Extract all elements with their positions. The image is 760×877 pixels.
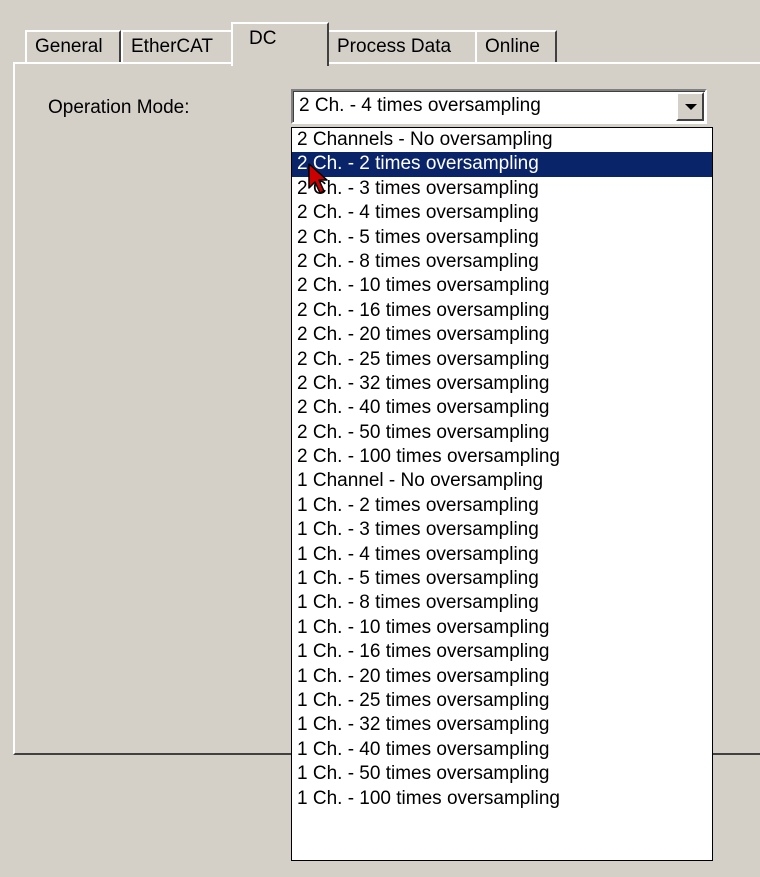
dropdown-option[interactable]: 1 Ch. - 2 times oversampling [292, 494, 712, 518]
tab-general-label: General [35, 36, 103, 57]
dropdown-option[interactable]: 1 Ch. - 50 times oversampling [292, 762, 712, 786]
dropdown-option[interactable]: 1 Ch. - 20 times oversampling [292, 665, 712, 689]
dropdown-option[interactable]: 2 Ch. - 50 times oversampling [292, 421, 712, 445]
chevron-down-icon [685, 104, 697, 110]
operation-mode-dropdown-list[interactable]: 2 Channels - No oversampling 2 Ch. - 2 ti… [291, 127, 713, 861]
operation-mode-combobox[interactable]: 2 Ch. - 4 times oversampling [291, 89, 707, 124]
dropdown-option[interactable]: 2 Ch. - 2 times oversampling [292, 152, 712, 177]
mouse-cursor-icon [307, 162, 331, 201]
combo-dropdown-button[interactable] [676, 92, 704, 121]
dropdown-option[interactable]: 1 Ch. - 5 times oversampling [292, 567, 712, 591]
dropdown-option[interactable]: 2 Ch. - 100 times oversampling [292, 445, 712, 469]
dropdown-option[interactable]: 1 Ch. - 32 times oversampling [292, 713, 712, 737]
operation-mode-value: 2 Ch. - 4 times oversampling [299, 95, 541, 116]
dropdown-option[interactable]: 2 Ch. - 32 times oversampling [292, 372, 712, 396]
operation-mode-label: Operation Mode: [48, 97, 190, 118]
dropdown-option[interactable]: 2 Ch. - 8 times oversampling [292, 250, 712, 274]
dropdown-option[interactable]: 1 Channel - No oversampling [292, 469, 712, 493]
tab-online-label: Online [485, 36, 540, 57]
tab-bar: General EtherCAT DC Process Data Online [25, 22, 760, 66]
tab-ethercat[interactable]: EtherCAT [121, 30, 233, 64]
dropdown-option[interactable]: 2 Ch. - 5 times oversampling [292, 226, 712, 250]
dropdown-option[interactable]: 2 Ch. - 40 times oversampling [292, 396, 712, 420]
tab-ethercat-label: EtherCAT [131, 36, 214, 57]
dropdown-option[interactable]: 2 Ch. - 16 times oversampling [292, 299, 712, 323]
properties-window: General EtherCAT DC Process Data Online … [0, 0, 760, 877]
dropdown-option[interactable]: 2 Ch. - 10 times oversampling [292, 274, 712, 298]
tab-dc-label: DC [249, 28, 277, 49]
tab-general[interactable]: General [25, 30, 121, 64]
dropdown-option[interactable]: 1 Ch. - 4 times oversampling [292, 543, 712, 567]
tab-process-data[interactable]: Process Data [327, 30, 477, 64]
dropdown-option[interactable]: 2 Ch. - 20 times oversampling [292, 323, 712, 347]
dropdown-option[interactable]: 1 Ch. - 10 times oversampling [292, 616, 712, 640]
dropdown-option[interactable]: 2 Ch. - 4 times oversampling [292, 201, 712, 225]
dropdown-option[interactable]: 1 Ch. - 16 times oversampling [292, 640, 712, 664]
active-tab-joint [233, 60, 321, 66]
tab-process-data-label: Process Data [337, 36, 452, 57]
dropdown-option[interactable]: 2 Ch. - 3 times oversampling [292, 177, 712, 201]
dropdown-option[interactable]: 1 Ch. - 100 times oversampling [292, 787, 712, 811]
dropdown-option[interactable]: 1 Ch. - 25 times oversampling [292, 689, 712, 713]
dropdown-option[interactable]: 1 Ch. - 3 times oversampling [292, 518, 712, 542]
dropdown-option[interactable]: 2 Ch. - 25 times oversampling [292, 348, 712, 372]
tab-online[interactable]: Online [475, 30, 557, 64]
dropdown-option[interactable]: 2 Channels - No oversampling [292, 128, 712, 152]
dropdown-option[interactable]: 1 Ch. - 40 times oversampling [292, 738, 712, 762]
dropdown-option[interactable]: 1 Ch. - 8 times oversampling [292, 591, 712, 615]
